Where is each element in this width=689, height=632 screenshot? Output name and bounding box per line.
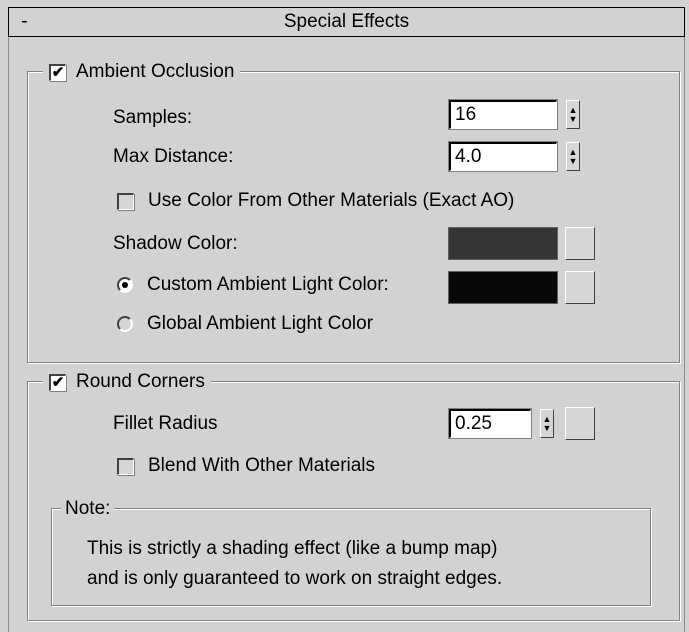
check-icon: ✔ xyxy=(51,64,65,81)
samples-label: Samples: xyxy=(113,107,193,128)
round-corners-legend: ✔ Round Corners xyxy=(43,370,211,394)
custom-ambient-color-swatch[interactable] xyxy=(448,271,558,304)
use-color-label: Use Color From Other Materials (Exact AO… xyxy=(148,190,515,211)
max-distance-spinner[interactable]: ▲ ▼ xyxy=(566,142,580,171)
ambient-occlusion-label: Ambient Occlusion xyxy=(76,61,235,82)
custom-ambient-radio[interactable] xyxy=(117,277,133,293)
spin-down-icon: ▼ xyxy=(568,113,578,124)
global-ambient-label: Global Ambient Light Color xyxy=(147,313,374,334)
note-text-line2: and is only guaranteed to work on straig… xyxy=(87,568,503,589)
fillet-radius-input[interactable]: 0.25 xyxy=(448,408,532,439)
max-distance-input[interactable]: 4.0 xyxy=(448,141,558,172)
shadow-color-swatch[interactable] xyxy=(448,227,558,260)
spin-down-icon: ▼ xyxy=(542,422,552,433)
note-text-line1: This is strictly a shading effect (like … xyxy=(87,538,498,559)
fillet-radius-map-button[interactable] xyxy=(565,407,595,440)
rollout-header[interactable]: - Special Effects xyxy=(8,7,685,37)
round-corners-checkbox[interactable]: ✔ xyxy=(49,373,66,391)
fillet-radius-spinner[interactable]: ▲ ▼ xyxy=(540,409,554,438)
custom-ambient-label: Custom Ambient Light Color: xyxy=(147,274,389,295)
blend-label: Blend With Other Materials xyxy=(148,455,376,476)
round-corners-label: Round Corners xyxy=(76,371,205,392)
spin-down-icon: ▼ xyxy=(568,155,578,166)
custom-ambient-map-button[interactable] xyxy=(565,271,595,304)
samples-input[interactable]: 16 xyxy=(448,99,558,130)
use-color-checkbox[interactable] xyxy=(117,192,134,210)
fillet-radius-label: Fillet Radius xyxy=(113,413,218,434)
check-icon: ✔ xyxy=(51,374,65,391)
blend-checkbox[interactable] xyxy=(117,457,134,475)
shadow-color-map-button[interactable] xyxy=(565,227,595,260)
max-distance-label: Max Distance: xyxy=(113,146,234,167)
rollout-title: Special Effects xyxy=(283,11,410,32)
note-legend: Note: xyxy=(61,498,115,520)
ambient-occlusion-checkbox[interactable]: ✔ xyxy=(49,63,66,81)
global-ambient-radio[interactable] xyxy=(117,316,133,332)
ambient-occlusion-legend: ✔ Ambient Occlusion xyxy=(43,60,241,84)
note-label: Note: xyxy=(65,498,111,519)
samples-spinner[interactable]: ▲ ▼ xyxy=(566,100,580,129)
shadow-color-label: Shadow Color: xyxy=(113,233,238,254)
